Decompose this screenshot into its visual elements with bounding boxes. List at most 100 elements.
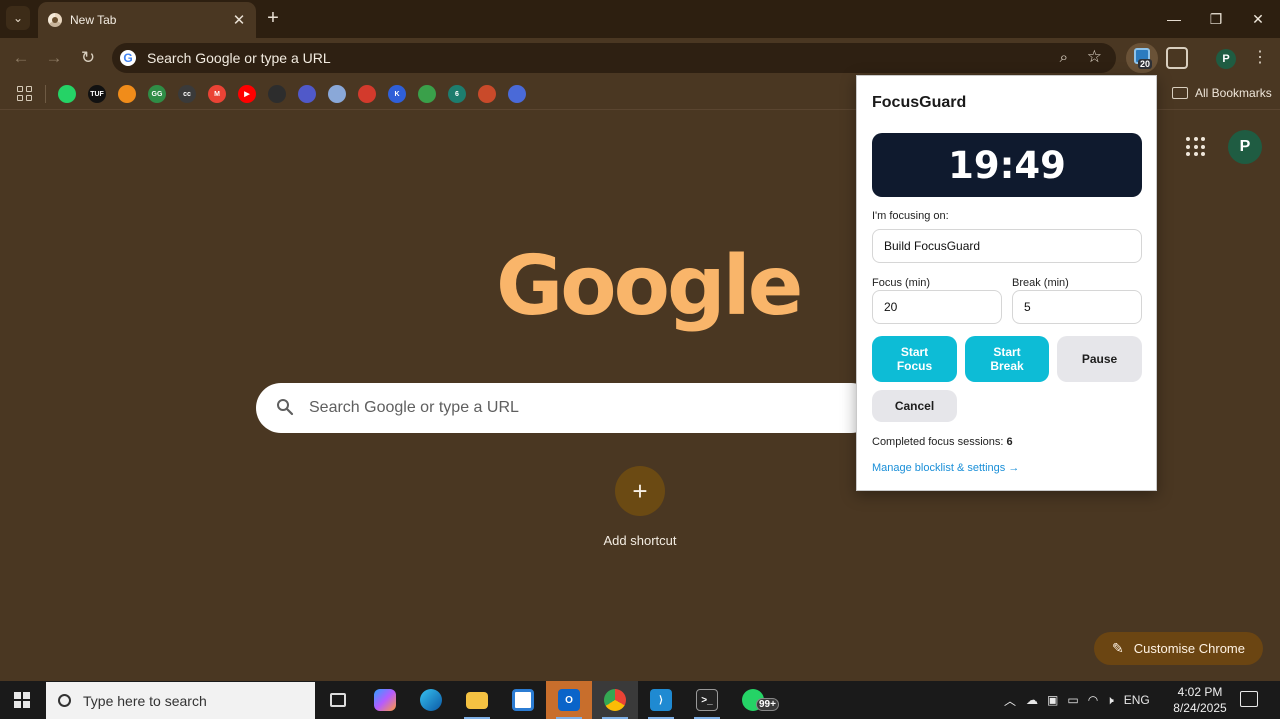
ntp-search-box[interactable]: Search Google or type a URL xyxy=(256,383,876,433)
language-indicator[interactable]: ENG xyxy=(1124,693,1150,707)
bird-icon[interactable] xyxy=(508,85,526,103)
focus-on-label: I'm focusing on: xyxy=(872,210,949,222)
all-bookmarks-button[interactable]: All Bookmarks xyxy=(1172,86,1272,100)
maximize-button[interactable]: ❐ xyxy=(1202,6,1230,32)
taskbar-search-placeholder: Type here to search xyxy=(83,692,207,709)
start-break-button[interactable]: Start Break xyxy=(965,336,1049,382)
bookmarks-divider xyxy=(45,85,46,103)
ntp-search-placeholder: Search Google or type a URL xyxy=(309,399,519,416)
tab-close-icon[interactable]: ✕ xyxy=(228,9,250,31)
address-bar[interactable]: G Search Google or type a URL ⌕ ☆ xyxy=(112,43,1116,73)
focus-on-input[interactable]: Build FocusGuard xyxy=(872,229,1142,263)
all-bookmarks-label: All Bookmarks xyxy=(1195,86,1272,100)
whatsapp-icon[interactable] xyxy=(58,85,76,103)
forward-button[interactable]: → xyxy=(43,47,65,69)
clock-date: 8/24/2025 xyxy=(1173,701,1227,715)
bookmark-star-icon[interactable]: ☆ xyxy=(1087,47,1102,67)
gmail-icon[interactable]: M xyxy=(208,85,226,103)
cancel-button[interactable]: Cancel xyxy=(872,390,957,422)
chrome-button[interactable] xyxy=(592,681,638,719)
wifi-icon[interactable]: ◠ xyxy=(1088,693,1098,707)
taskbar-search-box[interactable]: Type here to search xyxy=(46,682,315,719)
chatgpt-icon[interactable] xyxy=(268,85,286,103)
minimize-button[interactable]: — xyxy=(1160,6,1188,32)
apps-grid-icon[interactable] xyxy=(17,86,32,101)
manage-blocklist-link[interactable]: Manage blocklist & settings → xyxy=(872,462,1019,474)
photo-icon[interactable] xyxy=(478,85,496,103)
terminal-button[interactable]: >_ xyxy=(684,681,730,719)
outlook-icon: O xyxy=(558,689,580,711)
taskbar-clock[interactable]: 4:02 PM 8/24/2025 xyxy=(1170,684,1230,716)
google-apps-icon[interactable] xyxy=(1186,137,1206,157)
timer-display: 19:49 xyxy=(872,133,1142,197)
add-shortcut-tile[interactable]: + Add shortcut xyxy=(590,466,690,548)
file-explorer-icon xyxy=(466,691,488,709)
microsoft-store-icon xyxy=(512,689,534,711)
meet-now-icon[interactable]: ▣ xyxy=(1047,693,1058,707)
codechef-icon[interactable] xyxy=(358,85,376,103)
app-icon[interactable] xyxy=(328,85,346,103)
outlook-button[interactable]: O xyxy=(546,681,592,719)
windows-taskbar: Type here to search O ⟩ >_ 99+ ︿ ☁ ▣ ▭ ◠… xyxy=(0,681,1280,719)
file-explorer-button[interactable] xyxy=(454,681,500,719)
reload-button[interactable]: ↻ xyxy=(77,47,99,69)
google-logo: Google xyxy=(496,239,803,334)
focusguard-extension-button[interactable]: 20 xyxy=(1126,43,1158,73)
browser-toolbar: ← → ↻ G Search Google or type a URL ⌕ ☆ … xyxy=(0,38,1280,78)
teams-icon[interactable] xyxy=(298,85,316,103)
pencil-icon: ✎ xyxy=(1112,640,1124,656)
focus-min-value: 20 xyxy=(884,300,898,314)
clock-time: 4:02 PM xyxy=(1177,685,1223,699)
start-focus-button[interactable]: Start Focus xyxy=(872,336,957,382)
codingninjas-icon[interactable] xyxy=(118,85,136,103)
ntp-account-avatar[interactable]: P xyxy=(1228,130,1262,164)
chevron-up-icon[interactable]: ︿ xyxy=(1004,692,1016,709)
customise-chrome-button[interactable]: ✎ Customise Chrome xyxy=(1094,632,1263,665)
battery-icon[interactable]: ▭ xyxy=(1067,693,1078,707)
pause-button[interactable]: Pause xyxy=(1057,336,1142,382)
tuf-icon[interactable]: TUF xyxy=(88,85,106,103)
onedrive-cloud-icon[interactable]: ☁ xyxy=(1026,693,1038,707)
edge-button[interactable] xyxy=(408,681,454,719)
sessions-count: 6 xyxy=(1006,436,1013,448)
focus-min-input[interactable]: 20 xyxy=(872,290,1002,324)
windows-start-icon[interactable] xyxy=(14,692,30,708)
volume-muted-icon[interactable]: 🕨 xyxy=(1106,693,1114,708)
chrome-favicon-icon xyxy=(48,13,62,27)
zoom-icon[interactable]: ⌕ xyxy=(1060,49,1068,66)
customise-chrome-label: Customise Chrome xyxy=(1133,641,1245,656)
menu-kebab-icon[interactable]: ⋮ xyxy=(1252,47,1268,69)
close-window-button[interactable]: ✕ xyxy=(1244,6,1272,32)
notification-center-icon[interactable] xyxy=(1240,691,1258,707)
copilot-button[interactable] xyxy=(362,681,408,719)
focusguard-popup: FocusGuard 19:49 I'm focusing on: Build … xyxy=(856,75,1157,491)
vscode-icon: ⟩ xyxy=(650,689,672,711)
task-view-button[interactable] xyxy=(315,681,361,719)
break-min-label: Break (min) xyxy=(1012,277,1069,289)
microsoft-store-button[interactable] xyxy=(500,681,546,719)
back-button[interactable]: ← xyxy=(10,47,32,69)
completed-sessions: Completed focus sessions: 6 xyxy=(872,436,1013,448)
whatsapp-button[interactable]: 99+ xyxy=(730,681,779,719)
vscode-button[interactable]: ⟩ xyxy=(638,681,684,719)
youtube-icon[interactable]: ▶ xyxy=(238,85,256,103)
system-tray: ︿ ☁ ▣ ▭ ◠ 🕨 ENG xyxy=(1004,681,1150,719)
arrow-right-icon: → xyxy=(45,48,63,67)
profile-avatar-button[interactable]: P xyxy=(1216,49,1236,69)
tab-new-tab[interactable]: New Tab ✕ xyxy=(38,2,256,38)
whatsapp-unread-badge: 99+ xyxy=(756,698,779,711)
pause-label: Pause xyxy=(1081,352,1118,366)
tab-search-button[interactable]: ⌄ xyxy=(6,6,30,30)
leaf-icon[interactable] xyxy=(418,85,436,103)
geeksforgeeks-icon[interactable]: GG xyxy=(148,85,166,103)
add-shortcut-label: Add shortcut xyxy=(603,533,677,548)
kotlin-icon[interactable]: K xyxy=(388,85,406,103)
sixes-icon[interactable]: 6 xyxy=(448,85,466,103)
tab-title: New Tab xyxy=(70,13,117,27)
break-min-input[interactable]: 5 xyxy=(1012,290,1142,324)
creative-commons-icon[interactable]: cc xyxy=(178,85,196,103)
new-tab-button[interactable]: + xyxy=(262,8,284,30)
extensions-puzzle-icon[interactable] xyxy=(1166,47,1188,69)
cancel-label: Cancel xyxy=(894,399,935,413)
reload-icon: ↻ xyxy=(80,48,96,67)
